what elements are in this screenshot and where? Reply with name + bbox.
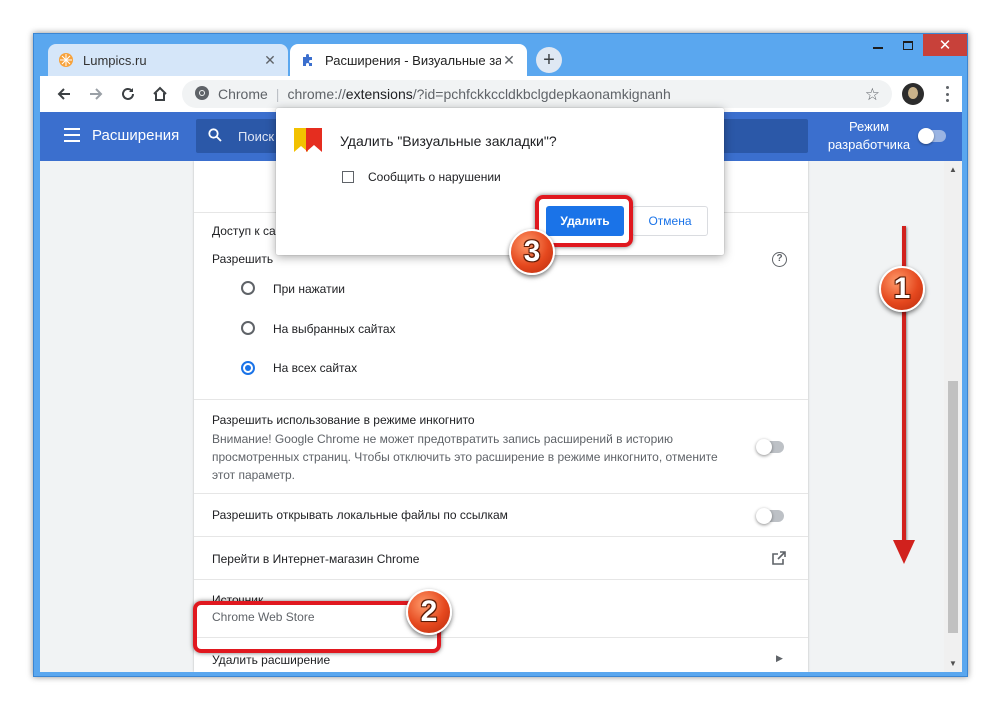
bookmark-star-icon[interactable]: ☆ — [865, 85, 880, 105]
dialog-title: Удалить "Визуальные закладки"? — [340, 133, 557, 149]
site-label: Chrome — [218, 86, 268, 102]
scroll-thumb[interactable] — [948, 381, 958, 633]
scroll-up-arrow-icon[interactable]: ▲ — [949, 165, 957, 174]
remove-extension-dialog: Удалить "Визуальные закладки"? Сообщить … — [276, 108, 724, 255]
radio-on-click[interactable] — [241, 281, 255, 295]
tab-extensions[interactable]: Расширения - Визуальные заклад ✕ — [290, 44, 527, 76]
reload-icon[interactable] — [118, 84, 138, 104]
chrome-logo-icon — [194, 85, 210, 104]
search-icon — [208, 127, 222, 145]
back-arrow-icon[interactable] — [54, 84, 74, 104]
page-title: Расширения — [92, 127, 180, 144]
chrome-menu-icon[interactable] — [940, 84, 954, 104]
url-text: chrome://extensions/?id=pchfckkccldkbclg… — [287, 86, 670, 102]
incognito-toggle[interactable] — [756, 439, 784, 455]
new-tab-button[interactable]: + — [536, 47, 562, 73]
developer-mode-label: Режим разработчика — [827, 119, 911, 152]
forward-arrow-icon[interactable] — [86, 84, 106, 104]
omnibox-separator: | — [275, 86, 280, 102]
incognito-desc-line: Внимание! Google Chrome не может предотв… — [212, 432, 673, 446]
tab-close-icon[interactable]: ✕ — [501, 52, 517, 69]
divider — [194, 399, 808, 400]
local-files-label: Разрешить открывать локальные файлы по с… — [212, 508, 508, 522]
cancel-button[interactable]: Отмена — [632, 206, 708, 236]
minimize-button[interactable] — [863, 34, 893, 56]
tab-title: Расширения - Визуальные заклад — [325, 52, 501, 68]
radio-selected-sites[interactable] — [241, 321, 255, 335]
radio-on-click-label: При нажатии — [273, 282, 345, 296]
site-access-title: Доступ к са — [212, 224, 276, 238]
url-scheme: chrome:// — [287, 86, 346, 102]
incognito-desc-line: просмотренных страниц. Чтобы отключить э… — [212, 450, 718, 464]
developer-mode-toggle[interactable] — [918, 128, 946, 144]
local-files-toggle[interactable] — [756, 508, 784, 524]
incognito-description: Внимание! Google Chrome не может предотв… — [212, 430, 718, 484]
maximize-button[interactable] — [893, 34, 923, 56]
page-scrollbar[interactable]: ▲ ▼ — [944, 161, 962, 672]
address-bar[interactable]: Chrome | chrome://extensions/?id=pchfckk… — [182, 80, 892, 108]
step-3-badge: 3 — [509, 229, 555, 275]
step-2-badge: 2 — [406, 589, 452, 635]
tab-lumpics[interactable]: Lumpics.ru ✕ — [48, 44, 288, 76]
report-abuse-label: Сообщить о нарушении — [368, 170, 501, 184]
remove-extension-link[interactable]: Удалить расширение — [212, 653, 330, 667]
browser-toolbar: Chrome | chrome://extensions/?id=pchfckk… — [40, 76, 962, 112]
tab-close-icon[interactable]: ✕ — [262, 52, 278, 69]
tab-title: Lumpics.ru — [83, 52, 147, 68]
help-icon[interactable]: ? — [772, 252, 787, 267]
chevron-right-icon[interactable]: ▶ — [776, 653, 783, 664]
minimize-icon — [873, 47, 883, 49]
hamburger-menu-icon[interactable] — [64, 128, 80, 142]
divider — [194, 493, 808, 494]
profile-avatar[interactable] — [902, 83, 924, 105]
radio-selected-sites-label: На выбранных сайтах — [273, 322, 396, 336]
maximize-icon — [903, 40, 913, 50]
webstore-link[interactable]: Перейти в Интернет-магазин Chrome — [212, 552, 419, 566]
orange-favicon — [58, 52, 74, 68]
radio-all-sites-label: На всех сайтах — [273, 361, 358, 375]
incognito-desc-line: этот параметр. — [212, 468, 296, 482]
incognito-title: Разрешить использование в режиме инкогни… — [212, 413, 475, 427]
highlight-remove-extension — [193, 601, 441, 653]
allow-label: Разрешить — [212, 252, 274, 266]
open-in-new-icon[interactable] — [772, 551, 786, 570]
home-icon[interactable] — [150, 84, 170, 104]
window-controls: ✕ — [863, 34, 967, 58]
step-1-badge: 1 — [879, 266, 925, 312]
close-window-button[interactable]: ✕ — [923, 34, 967, 56]
divider — [194, 579, 808, 580]
report-abuse-checkbox[interactable] — [342, 171, 354, 183]
radio-all-sites[interactable] — [241, 361, 255, 375]
url-host: extensions — [345, 86, 413, 102]
divider — [194, 536, 808, 537]
url-path: /?id=pchfckkccldkbclgdepkaonamkignanh — [412, 86, 671, 102]
visual-bookmarks-logo-icon — [292, 124, 324, 156]
arrow-down-icon — [893, 540, 915, 564]
puzzle-icon — [300, 52, 316, 68]
scroll-down-arrow-icon[interactable]: ▼ — [949, 659, 957, 668]
